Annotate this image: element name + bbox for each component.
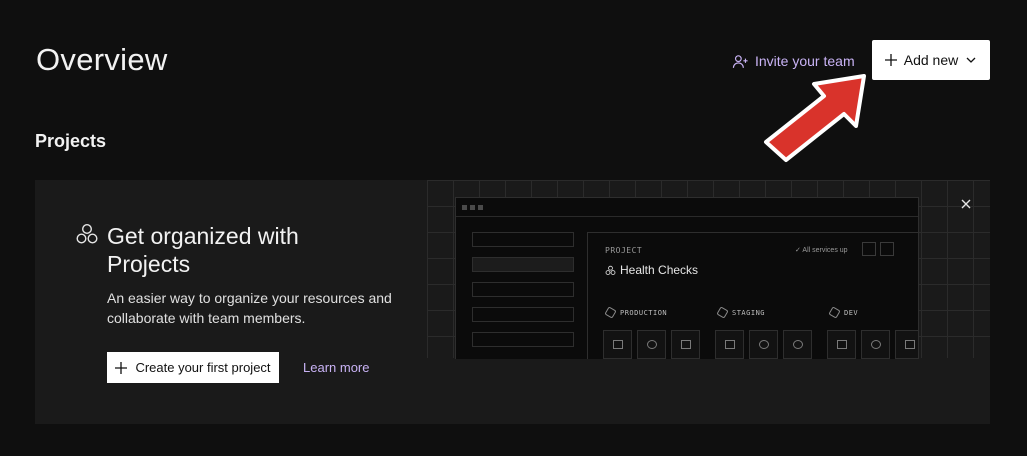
preview-project-name: Health Checks xyxy=(605,263,698,277)
window-dot xyxy=(478,205,483,210)
env-label: PRODUCTION xyxy=(620,308,668,317)
server-icon xyxy=(680,340,691,349)
hexagon-icon xyxy=(716,306,729,319)
page-title: Overview xyxy=(36,42,168,77)
preview-sidebar-item xyxy=(472,307,574,322)
preview-service-tile xyxy=(749,330,778,359)
monitor-icon xyxy=(724,340,735,349)
env-label: DEV xyxy=(844,308,859,317)
plus-icon xyxy=(115,361,128,374)
globe-icon xyxy=(646,340,657,349)
server-icon xyxy=(904,340,915,349)
three-circles-icon xyxy=(605,265,616,275)
promo-title: Get organized with Projects xyxy=(107,223,299,277)
window-dot xyxy=(462,205,467,210)
add-new-label: Add new xyxy=(903,52,959,68)
hexagon-icon xyxy=(828,306,841,319)
chevron-down-icon xyxy=(966,57,976,63)
preview-status: ✓ All services up xyxy=(795,247,848,254)
preview-service-tile xyxy=(861,330,890,359)
preview-service-tile xyxy=(895,330,918,359)
preview-service-tile xyxy=(603,330,632,359)
preview-service-tile xyxy=(827,330,856,359)
globe-icon xyxy=(758,340,769,349)
preview-sidebar-item xyxy=(472,282,574,297)
invite-team-link[interactable]: Invite your team xyxy=(732,50,855,72)
preview-service-tile xyxy=(715,330,744,359)
add-new-button[interactable]: Add new xyxy=(872,40,990,80)
preview-sidebar-item xyxy=(472,232,574,247)
preview-env-production: PRODUCTION xyxy=(604,306,668,319)
preview-window-bar xyxy=(456,198,918,217)
monitor-icon xyxy=(836,340,847,349)
projects-preview-illustration: PROJECT ✓ All services up Health Checks … xyxy=(455,197,919,359)
preview-settings-icon xyxy=(880,242,894,256)
window-dot xyxy=(470,205,475,210)
projects-promo-card: Get organized with Projects An easier wa… xyxy=(35,180,990,424)
create-first-project-button[interactable]: Create your first project xyxy=(107,352,279,383)
invite-team-label: Invite your team xyxy=(755,53,855,69)
hexagon-icon xyxy=(604,306,617,319)
preview-plus-icon xyxy=(862,242,876,256)
preview-project-panel: PROJECT ✓ All services up Health Checks … xyxy=(587,232,918,359)
learn-more-link[interactable]: Learn more xyxy=(303,360,369,375)
preview-service-tile xyxy=(671,330,700,359)
three-circles-icon xyxy=(76,223,98,244)
preview-project-title: Health Checks xyxy=(620,263,699,277)
preview-sidebar-item xyxy=(472,332,574,347)
preview-service-tile xyxy=(783,330,812,359)
preview-sidebar-item xyxy=(472,257,574,272)
preview-label: PROJECT xyxy=(605,246,643,255)
preview-service-tile xyxy=(637,330,666,359)
close-icon[interactable] xyxy=(958,196,974,212)
create-first-project-label: Create your first project xyxy=(135,360,271,375)
env-label: STAGING xyxy=(732,308,766,317)
preview-env-dev: DEV xyxy=(828,306,859,319)
database-icon xyxy=(870,340,881,349)
monitor-icon xyxy=(612,340,623,349)
globe-icon xyxy=(792,340,803,349)
promo-description: An easier way to organize your resources… xyxy=(107,290,392,326)
plus-icon xyxy=(884,54,897,66)
projects-section-title: Projects xyxy=(35,131,107,151)
annotation-arrow xyxy=(764,74,866,162)
user-plus-icon xyxy=(732,54,748,68)
preview-sidebar xyxy=(472,232,574,357)
preview-env-staging: STAGING xyxy=(716,306,766,319)
